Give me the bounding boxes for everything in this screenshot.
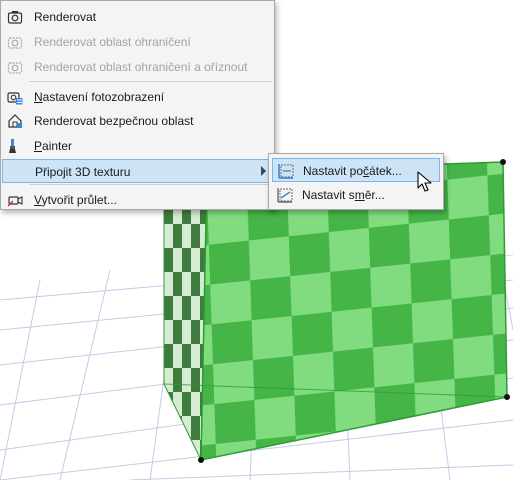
menu-item-label: Renderovat oblast ohraničení xyxy=(34,35,191,49)
hotspot xyxy=(198,457,204,463)
menu-item-vytvorit-prulet[interactable]: Vytvořit průlet... xyxy=(2,188,273,212)
menu-item-nastaveni-fotozobrazeni[interactable]: Nastavení fotozobrazení xyxy=(2,85,273,109)
context-menu: Renderovat Renderovat oblast ohraničení … xyxy=(0,0,275,210)
menu-item-painter[interactable]: Painter xyxy=(2,134,273,158)
menu-item-pripojit-3d-texturu[interactable]: Připojit 3D texturu xyxy=(2,159,273,183)
menu-item-label: Painter xyxy=(34,139,73,153)
menu-item-label: Nastavení fotozobrazení xyxy=(34,90,165,104)
menu-item-label: Připojit 3D texturu xyxy=(35,165,131,179)
video-camera-icon xyxy=(7,196,23,207)
submenu-item-nastavit-pocatek[interactable]: Nastavit počátek... xyxy=(272,158,440,182)
menu-item-label: Renderovat bezpečnou oblast xyxy=(34,114,194,128)
submenu-arrow-icon xyxy=(261,166,266,176)
hotspot xyxy=(504,394,510,400)
menu-separator xyxy=(29,81,272,82)
menu-item-bezpecna-oblast[interactable]: Renderovat bezpečnou oblast xyxy=(2,109,273,133)
box-left-face xyxy=(163,170,208,461)
camera-icon xyxy=(7,11,23,24)
menu-item-renderovat-oriznout[interactable]: Renderovat oblast ohraničení a oříznout xyxy=(2,55,273,79)
menu-separator xyxy=(29,184,272,185)
submenu-item-label: Nastavit směr... xyxy=(302,188,385,202)
menu-item-renderovat[interactable]: Renderovat xyxy=(2,5,273,29)
photo-settings-icon xyxy=(7,92,23,105)
camera-region-icon xyxy=(7,37,23,49)
menu-item-label: Renderovat oblast ohraničení a oříznout xyxy=(34,60,248,74)
menu-item-label: Renderovat xyxy=(34,10,97,24)
texture-direction-icon xyxy=(277,188,293,203)
menu-item-label-rest: ytvořit průlet... xyxy=(41,193,117,207)
brush-icon xyxy=(9,139,16,153)
safe-area-icon xyxy=(8,114,22,128)
camera-crop-icon xyxy=(7,62,23,74)
submenu-item-label: Nastavit počátek... xyxy=(303,164,402,178)
mouse-cursor-icon xyxy=(417,171,432,192)
submenu-item-nastavit-smer[interactable]: Nastavit směr... xyxy=(272,183,440,207)
texture-origin-icon xyxy=(278,164,294,179)
menu-item-renderovat-oblast[interactable]: Renderovat oblast ohraničení xyxy=(2,30,273,54)
menu-item-label: Vytvořit průlet... xyxy=(34,193,117,207)
hotspot xyxy=(500,159,506,165)
